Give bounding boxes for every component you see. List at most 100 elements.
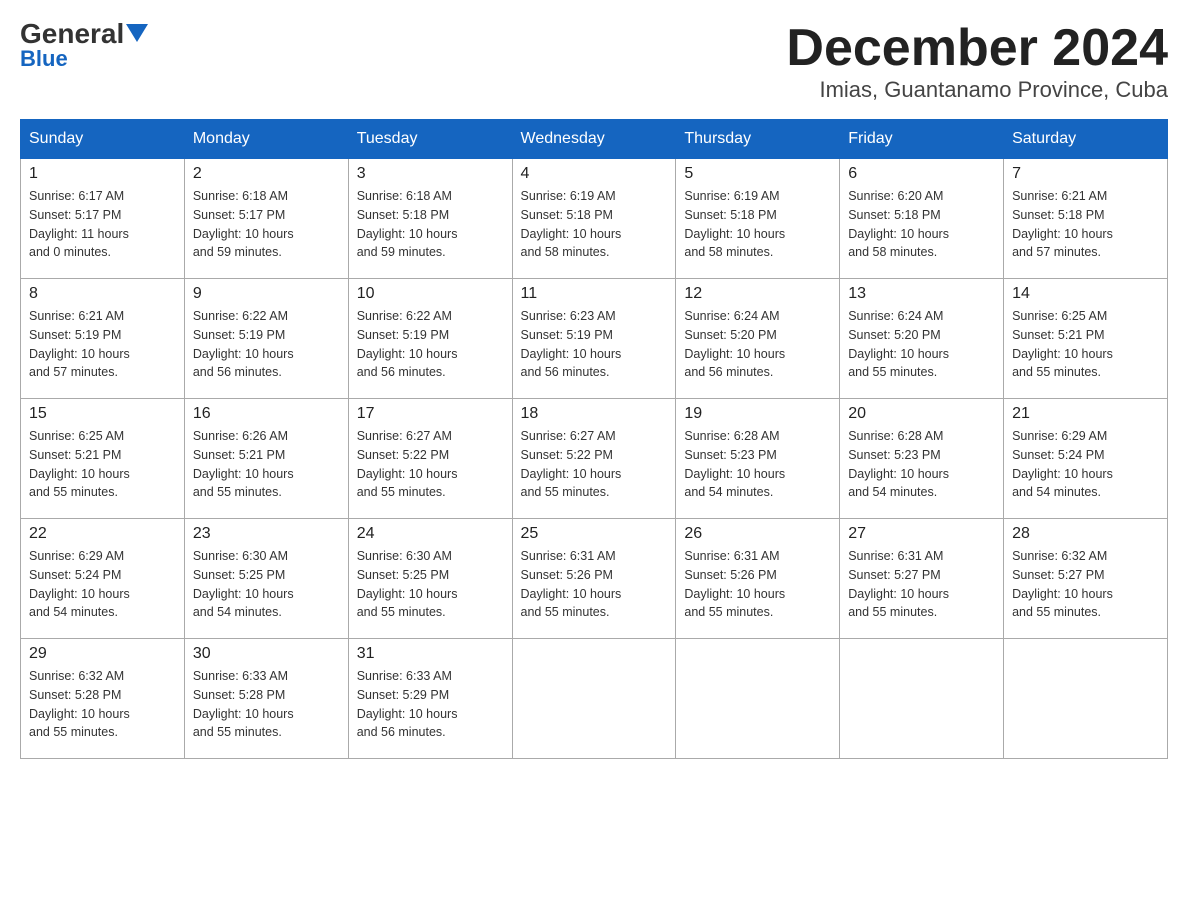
calendar-day-17: 17 Sunrise: 6:27 AM Sunset: 5:22 PM Dayli…: [348, 399, 512, 519]
day-number: 11: [521, 285, 668, 303]
weekday-header-tuesday: Tuesday: [348, 120, 512, 159]
calendar-day-23: 23 Sunrise: 6:30 AM Sunset: 5:25 PM Dayli…: [184, 519, 348, 639]
calendar-day-26: 26 Sunrise: 6:31 AM Sunset: 5:26 PM Dayli…: [676, 519, 840, 639]
day-number: 17: [357, 405, 504, 423]
calendar-week-2: 8 Sunrise: 6:21 AM Sunset: 5:19 PM Daylig…: [21, 279, 1168, 399]
day-number: 13: [848, 285, 995, 303]
calendar-day-12: 12 Sunrise: 6:24 AM Sunset: 5:20 PM Dayli…: [676, 279, 840, 399]
day-info: Sunrise: 6:33 AM Sunset: 5:29 PM Dayligh…: [357, 667, 504, 742]
day-info: Sunrise: 6:20 AM Sunset: 5:18 PM Dayligh…: [848, 187, 995, 262]
weekday-header-monday: Monday: [184, 120, 348, 159]
calendar-day-2: 2 Sunrise: 6:18 AM Sunset: 5:17 PM Daylig…: [184, 159, 348, 279]
weekday-header-thursday: Thursday: [676, 120, 840, 159]
day-number: 21: [1012, 405, 1159, 423]
logo-arrow-icon: [126, 24, 148, 46]
day-info: Sunrise: 6:22 AM Sunset: 5:19 PM Dayligh…: [193, 307, 340, 382]
day-number: 6: [848, 165, 995, 183]
day-number: 30: [193, 645, 340, 663]
day-info: Sunrise: 6:28 AM Sunset: 5:23 PM Dayligh…: [684, 427, 831, 502]
day-number: 8: [29, 285, 176, 303]
day-number: 22: [29, 525, 176, 543]
calendar-day-5: 5 Sunrise: 6:19 AM Sunset: 5:18 PM Daylig…: [676, 159, 840, 279]
day-info: Sunrise: 6:32 AM Sunset: 5:27 PM Dayligh…: [1012, 547, 1159, 622]
calendar-day-15: 15Sunrise: 6:25 AM Sunset: 5:21 PM Dayli…: [21, 399, 185, 519]
calendar-day-10: 10Sunrise: 6:22 AM Sunset: 5:19 PM Dayli…: [348, 279, 512, 399]
calendar-day-21: 21Sunrise: 6:29 AM Sunset: 5:24 PM Dayli…: [1004, 399, 1168, 519]
day-info: Sunrise: 6:31 AM Sunset: 5:27 PM Dayligh…: [848, 547, 995, 622]
day-info: Sunrise: 6:19 AM Sunset: 5:18 PM Dayligh…: [521, 187, 668, 262]
calendar-day-29: 29Sunrise: 6:32 AM Sunset: 5:28 PM Dayli…: [21, 639, 185, 759]
page-title: December 2024: [786, 20, 1168, 77]
calendar-day-18: 18 Sunrise: 6:27 AM Sunset: 5:22 PM Dayli…: [512, 399, 676, 519]
weekday-header-wednesday: Wednesday: [512, 120, 676, 159]
day-number: 3: [357, 165, 504, 183]
day-info: Sunrise: 6:19 AM Sunset: 5:18 PM Dayligh…: [684, 187, 831, 262]
calendar-week-1: 1Sunrise: 6:17 AM Sunset: 5:17 PM Daylig…: [21, 159, 1168, 279]
calendar-header-row: SundayMondayTuesdayWednesdayThursdayFrid…: [21, 120, 1168, 159]
calendar-table: SundayMondayTuesdayWednesdayThursdayFrid…: [20, 119, 1168, 759]
day-info: Sunrise: 6:30 AM Sunset: 5:25 PM Dayligh…: [357, 547, 504, 622]
day-number: 19: [684, 405, 831, 423]
day-info: Sunrise: 6:21 AM Sunset: 5:19 PM Dayligh…: [29, 307, 176, 382]
calendar-empty-cell: [512, 639, 676, 759]
day-number: 2: [193, 165, 340, 183]
day-info: Sunrise: 6:29 AM Sunset: 5:24 PM Dayligh…: [29, 547, 176, 622]
calendar-week-5: 29Sunrise: 6:32 AM Sunset: 5:28 PM Dayli…: [21, 639, 1168, 759]
day-number: 29: [29, 645, 176, 663]
day-info: Sunrise: 6:31 AM Sunset: 5:26 PM Dayligh…: [684, 547, 831, 622]
page-subtitle: Imias, Guantanamo Province, Cuba: [786, 77, 1168, 103]
day-info: Sunrise: 6:28 AM Sunset: 5:23 PM Dayligh…: [848, 427, 995, 502]
calendar-day-28: 28Sunrise: 6:32 AM Sunset: 5:27 PM Dayli…: [1004, 519, 1168, 639]
day-number: 25: [521, 525, 668, 543]
calendar-day-20: 20Sunrise: 6:28 AM Sunset: 5:23 PM Dayli…: [840, 399, 1004, 519]
day-number: 9: [193, 285, 340, 303]
day-number: 18: [521, 405, 668, 423]
day-info: Sunrise: 6:18 AM Sunset: 5:17 PM Dayligh…: [193, 187, 340, 262]
day-number: 5: [684, 165, 831, 183]
day-info: Sunrise: 6:22 AM Sunset: 5:19 PM Dayligh…: [357, 307, 504, 382]
calendar-day-9: 9 Sunrise: 6:22 AM Sunset: 5:19 PM Daylig…: [184, 279, 348, 399]
title-area: December 2024 Imias, Guantanamo Province…: [786, 20, 1168, 103]
calendar-day-4: 4 Sunrise: 6:19 AM Sunset: 5:18 PM Daylig…: [512, 159, 676, 279]
logo-text-blue: Blue: [20, 46, 68, 72]
calendar-day-1: 1Sunrise: 6:17 AM Sunset: 5:17 PM Daylig…: [21, 159, 185, 279]
calendar-day-25: 25 Sunrise: 6:31 AM Sunset: 5:26 PM Dayli…: [512, 519, 676, 639]
calendar-day-31: 31Sunrise: 6:33 AM Sunset: 5:29 PM Dayli…: [348, 639, 512, 759]
day-info: Sunrise: 6:33 AM Sunset: 5:28 PM Dayligh…: [193, 667, 340, 742]
day-info: Sunrise: 6:24 AM Sunset: 5:20 PM Dayligh…: [684, 307, 831, 382]
day-number: 12: [684, 285, 831, 303]
day-info: Sunrise: 6:31 AM Sunset: 5:26 PM Dayligh…: [521, 547, 668, 622]
day-info: Sunrise: 6:27 AM Sunset: 5:22 PM Dayligh…: [357, 427, 504, 502]
day-number: 23: [193, 525, 340, 543]
calendar-day-11: 11 Sunrise: 6:23 AM Sunset: 5:19 PM Dayli…: [512, 279, 676, 399]
day-number: 26: [684, 525, 831, 543]
calendar-day-22: 22 Sunrise: 6:29 AM Sunset: 5:24 PM Dayli…: [21, 519, 185, 639]
day-info: Sunrise: 6:21 AM Sunset: 5:18 PM Dayligh…: [1012, 187, 1159, 262]
day-info: Sunrise: 6:18 AM Sunset: 5:18 PM Dayligh…: [357, 187, 504, 262]
calendar-empty-cell: [676, 639, 840, 759]
day-info: Sunrise: 6:25 AM Sunset: 5:21 PM Dayligh…: [1012, 307, 1159, 382]
day-number: 7: [1012, 165, 1159, 183]
day-info: Sunrise: 6:27 AM Sunset: 5:22 PM Dayligh…: [521, 427, 668, 502]
logo: General Blue: [20, 20, 148, 72]
calendar-day-24: 24Sunrise: 6:30 AM Sunset: 5:25 PM Dayli…: [348, 519, 512, 639]
weekday-header-sunday: Sunday: [21, 120, 185, 159]
day-info: Sunrise: 6:30 AM Sunset: 5:25 PM Dayligh…: [193, 547, 340, 622]
day-number: 4: [521, 165, 668, 183]
calendar-day-6: 6 Sunrise: 6:20 AM Sunset: 5:18 PM Daylig…: [840, 159, 1004, 279]
calendar-day-30: 30 Sunrise: 6:33 AM Sunset: 5:28 PM Dayli…: [184, 639, 348, 759]
weekday-header-saturday: Saturday: [1004, 120, 1168, 159]
day-info: Sunrise: 6:23 AM Sunset: 5:19 PM Dayligh…: [521, 307, 668, 382]
day-number: 16: [193, 405, 340, 423]
day-info: Sunrise: 6:26 AM Sunset: 5:21 PM Dayligh…: [193, 427, 340, 502]
calendar-empty-cell: [1004, 639, 1168, 759]
day-number: 14: [1012, 285, 1159, 303]
day-info: Sunrise: 6:17 AM Sunset: 5:17 PM Dayligh…: [29, 187, 176, 262]
day-number: 15: [29, 405, 176, 423]
calendar-day-16: 16 Sunrise: 6:26 AM Sunset: 5:21 PM Dayli…: [184, 399, 348, 519]
day-number: 27: [848, 525, 995, 543]
calendar-empty-cell: [840, 639, 1004, 759]
calendar-day-27: 27 Sunrise: 6:31 AM Sunset: 5:27 PM Dayli…: [840, 519, 1004, 639]
calendar-day-7: 7 Sunrise: 6:21 AM Sunset: 5:18 PM Daylig…: [1004, 159, 1168, 279]
calendar-day-19: 19 Sunrise: 6:28 AM Sunset: 5:23 PM Dayli…: [676, 399, 840, 519]
